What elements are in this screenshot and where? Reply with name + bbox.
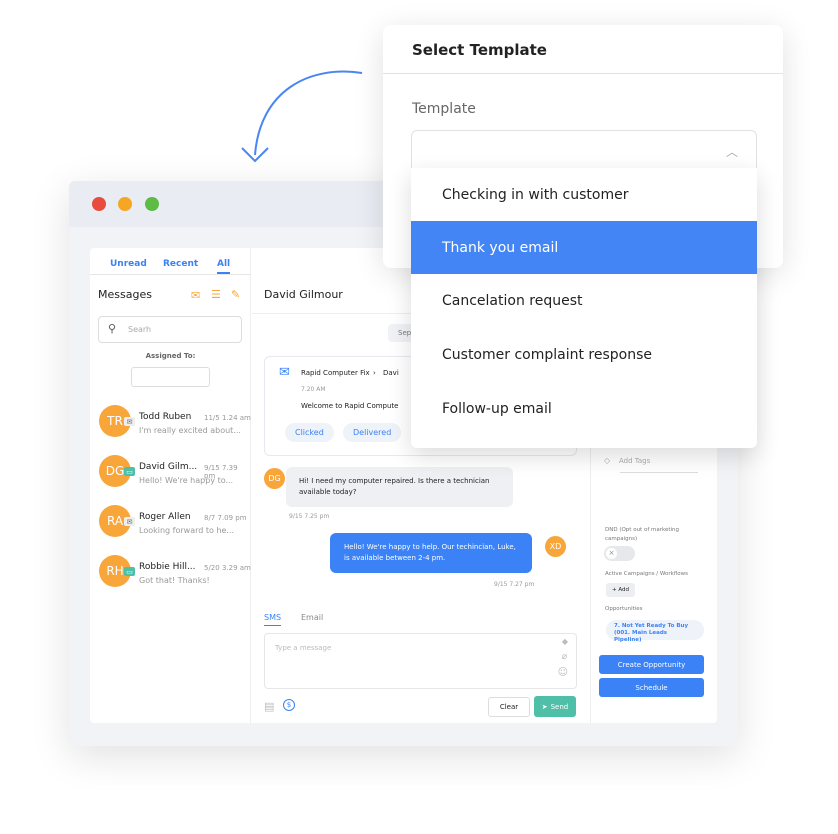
tab-sms[interactable]: SMS <box>264 613 282 626</box>
opportunities-label: Opportunities <box>605 606 643 612</box>
dnd-toggle[interactable]: × <box>604 546 635 561</box>
template-option[interactable]: Cancelation request <box>411 274 757 327</box>
contact-name: Todd Ruben <box>139 412 192 422</box>
template-option[interactable]: Follow-up email <box>411 382 757 435</box>
chevron-up-icon: ︿ <box>725 145 738 159</box>
modal-title: Select Template <box>412 41 547 59</box>
emoji-icon[interactable]: ☺ <box>558 667 568 678</box>
conversation-preview: Got that! Thanks! <box>139 576 210 585</box>
messages-title: Messages <box>98 288 152 301</box>
menu-icon[interactable]: ☰ <box>211 288 221 301</box>
chevron-right-icon: › <box>373 369 376 377</box>
conversation-item[interactable]: TR ✉ Todd Ruben 11/5 1.24 am I'm really … <box>90 405 251 449</box>
create-opportunity-button[interactable]: Create Opportunity <box>599 655 704 674</box>
contact-name: David Gilm... <box>139 462 198 472</box>
attachment-icon[interactable]: ⌀ <box>562 652 567 662</box>
curved-arrow-icon <box>241 70 363 163</box>
email-channel-icon: ✉ <box>124 417 135 426</box>
email-icon: ✉ <box>279 365 290 380</box>
template-option[interactable]: Customer complaint response <box>411 328 757 381</box>
email-channel-icon: ✉ <box>124 517 135 526</box>
message-time: 9/15 7.27 pm <box>494 581 535 588</box>
template-icon[interactable]: ▤ <box>264 700 274 713</box>
tag-icon: ◇ <box>604 456 611 465</box>
close-window-button[interactable] <box>92 197 106 211</box>
conversation-preview: Hello! We're happy to... <box>139 476 234 485</box>
assigned-to-select[interactable] <box>131 367 210 387</box>
schedule-button[interactable]: Schedule <box>599 678 704 697</box>
avatar: XD <box>545 536 566 557</box>
message-time: 9/15 7.25 pm <box>289 513 330 520</box>
template-option-highlighted[interactable]: Thank you email <box>411 221 757 274</box>
template-dropdown: Checking in with customer Thank you emai… <box>411 168 757 448</box>
tab-unread[interactable]: Unread <box>110 259 147 269</box>
avatar: DG <box>264 468 285 489</box>
opportunity-chip[interactable]: 7. Not Yet Ready To Buy (001. Main Leads… <box>606 620 704 643</box>
clear-button[interactable]: Clear <box>488 697 530 717</box>
contact-name: Robbie Hill... <box>139 562 196 572</box>
sms-channel-icon: ▭ <box>124 467 135 476</box>
payment-icon[interactable]: $ <box>283 699 295 711</box>
add-campaign-button[interactable]: + Add <box>606 583 636 597</box>
message-bubble-incoming: Hi! I need my computer repaired. Is ther… <box>286 467 513 507</box>
campaigns-label: Active Campaigns / Workflows <box>605 571 689 577</box>
template-option[interactable]: Checking in with customer <box>411 168 757 221</box>
conversation-item[interactable]: RH ▭ Robbie Hill... 5/20 3.29 am Got tha… <box>90 555 251 599</box>
template-label: Template <box>412 101 476 117</box>
mail-icon[interactable]: ✉ <box>191 289 200 302</box>
minimize-window-button[interactable] <box>118 197 132 211</box>
search-input[interactable]: ⚲ Searh <box>98 316 242 343</box>
message-bubble-outgoing: Hello! We're happy to help. Our techinci… <box>330 533 532 573</box>
conversation-time: 5/20 3.29 am <box>204 564 251 572</box>
sms-channel-icon: ▭ <box>124 567 135 576</box>
dnd-label: DND (Opt out of marketing campaigns) <box>605 527 680 542</box>
tag-icon[interactable]: ◆ <box>562 637 568 646</box>
send-button[interactable]: ➤ Send <box>534 696 576 717</box>
assigned-to-label: Assigned To: <box>145 352 196 360</box>
conversation-item[interactable]: DG ▭ David Gilm... 9/15 7.39 pm Hello! W… <box>90 455 251 499</box>
add-tags-input[interactable]: Add Tags <box>619 457 650 465</box>
conversation-item[interactable]: RA ✉ Roger Allen 8/7 7.09 pm Looking for… <box>90 505 251 549</box>
conversation-time: 11/5 1.24 am <box>204 414 251 422</box>
conversation-preview: Looking forward to he... <box>139 526 235 535</box>
send-icon: ➤ <box>541 702 548 711</box>
status-delivered: Delivered <box>343 423 402 442</box>
tab-recent[interactable]: Recent <box>163 259 198 269</box>
conversation-time: 8/7 7.09 pm <box>204 514 247 522</box>
maximize-window-button[interactable] <box>145 197 159 211</box>
contact-name: David Gilmour <box>264 288 343 301</box>
message-input[interactable]: Type a message ◆ ⌀ ☺ <box>264 633 577 689</box>
compose-icon[interactable]: ✎ <box>231 288 240 301</box>
tab-all[interactable]: All <box>217 259 231 274</box>
status-clicked: Clicked <box>285 423 334 442</box>
search-icon: ⚲ <box>108 322 117 335</box>
sidebar: Unread Recent All Messages ✉ ☰ ✎ ⚲ Searh… <box>90 248 251 723</box>
contact-name: Roger Allen <box>139 512 191 522</box>
tab-email[interactable]: Email <box>301 613 323 622</box>
conversation-preview: I'm really excited about... <box>139 426 241 435</box>
